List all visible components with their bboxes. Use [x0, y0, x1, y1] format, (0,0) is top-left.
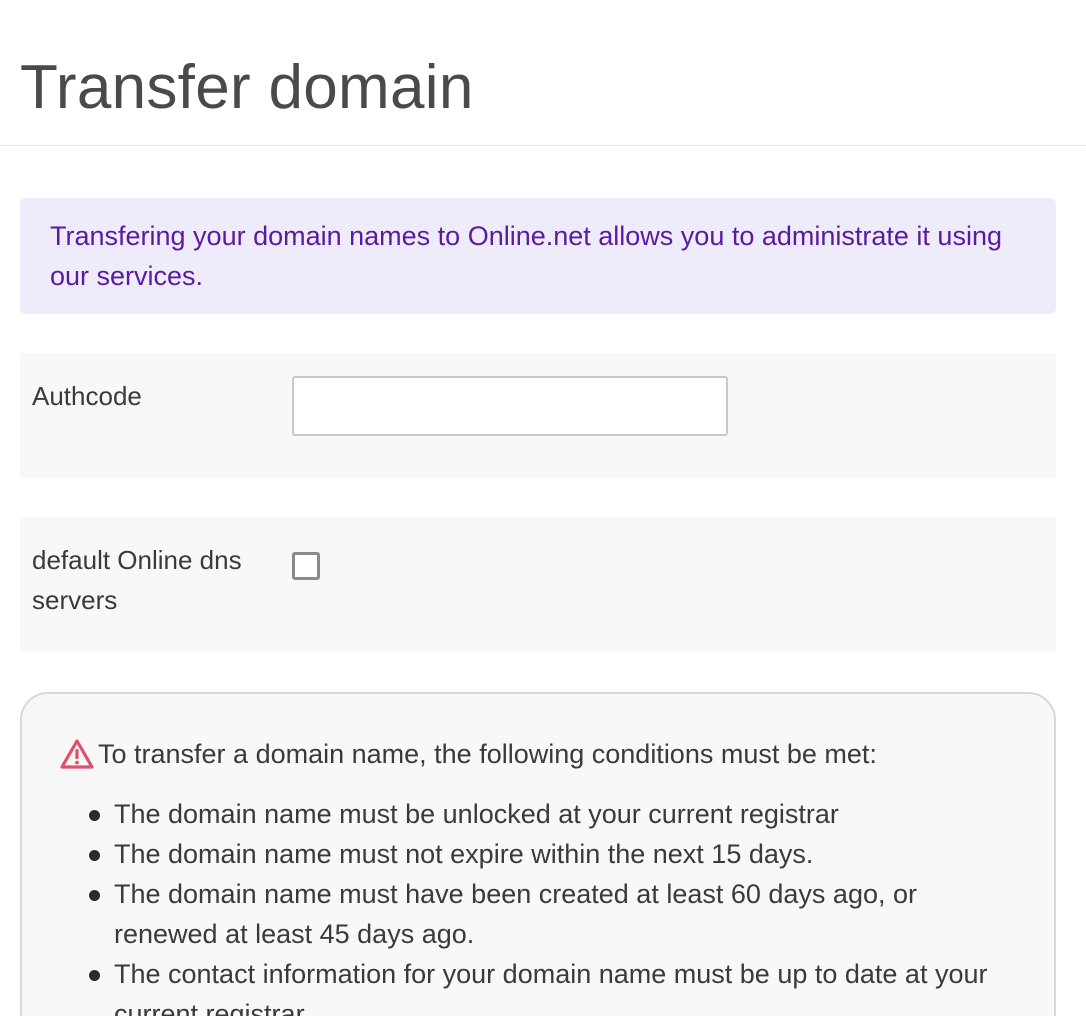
default-dns-label: default Online dns servers: [32, 545, 242, 615]
page-title: Transfer domain: [20, 53, 474, 122]
default-dns-checkbox[interactable]: [292, 552, 320, 580]
conditions-list: The domain name must be unlocked at your…: [89, 794, 994, 1016]
warning-icon: [60, 739, 94, 769]
transfer-domain-page: Transfer domain Transfering your domain …: [0, 0, 1086, 1016]
info-alert: Transfering your domain names to Online.…: [20, 198, 1056, 314]
condition-item: The domain name must have been created a…: [89, 874, 994, 954]
info-alert-text: Transfering your domain names to Online.…: [50, 221, 1002, 291]
conditions-panel: To transfer a domain name, the following…: [20, 692, 1056, 1016]
default-dns-row: default Online dns servers: [20, 518, 1056, 652]
authcode-row: Authcode: [20, 353, 1056, 478]
authcode-input[interactable]: [292, 376, 728, 436]
condition-item: The domain name must be unlocked at your…: [89, 794, 994, 834]
page-header: Transfer domain: [0, 0, 1086, 146]
condition-item: The domain name must not expire within t…: [89, 834, 994, 874]
authcode-label: Authcode: [32, 381, 142, 411]
conditions-heading-row: To transfer a domain name, the following…: [60, 734, 877, 774]
conditions-heading: To transfer a domain name, the following…: [98, 739, 877, 769]
condition-item: The contact information for your domain …: [89, 954, 994, 1016]
